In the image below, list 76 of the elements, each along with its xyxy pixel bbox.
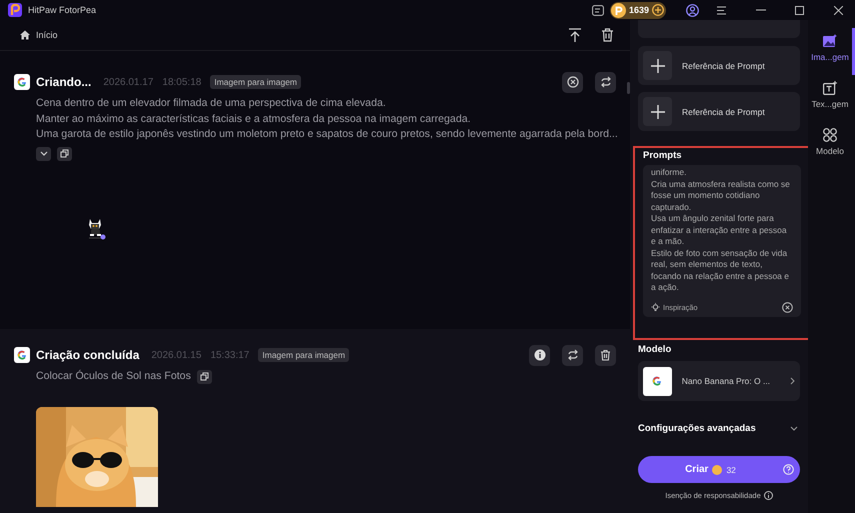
window-title: HitPaw FotorPea [28,5,96,15]
prompt-paragraph: Cria uma atmosfera realista como se fosse um momento cotidiano capturado. [651,178,791,213]
task-status: Criação concluída [36,348,140,362]
plus-icon [650,58,664,72]
chevron-down-icon[interactable] [790,426,798,431]
refresh-icon [566,349,578,361]
credits-count: 1639 [628,5,649,15]
task-time: 18:05:18 [162,76,202,88]
rail-tab[interactable]: Tex...gem [808,75,855,122]
maximize-icon[interactable] [795,6,804,14]
upload-icon[interactable] [569,28,581,42]
section-title: Modelo [638,344,672,355]
cancel-button[interactable] [562,72,583,92]
google-logo-icon [14,74,30,90]
info-icon [534,349,546,361]
coin-icon [610,2,626,18]
image-sparkle-icon [823,34,837,48]
copy-icon [60,149,69,158]
refresh-icon [600,76,612,88]
user-icon[interactable] [686,4,699,16]
copy-icon [200,372,209,382]
prompt-field[interactable] [643,165,801,317]
info-icon[interactable] [764,491,773,500]
trash-icon[interactable] [601,28,614,42]
prompt-reference-slot[interactable]: Referência de Prompt [638,46,800,85]
slot-label: Referência de Prompt [682,106,765,116]
coin-icon [712,464,722,474]
text-box-icon [823,81,837,95]
cancel-icon [566,76,578,88]
regenerate-button[interactable] [562,344,583,366]
google-logo-icon [14,347,30,363]
chevron-down-icon [40,150,48,156]
chevron-right-icon [790,377,795,385]
copy-button[interactable] [57,146,72,160]
lightbulb-icon [651,302,660,312]
model-selector[interactable]: Nano Banana Pro: O ... [638,361,800,401]
section-title[interactable]: Configurações avançadas [638,423,756,434]
expand-button[interactable] [36,146,51,160]
prompt-text: Manter ao máximo as características faciais e a atmosfera da pessoa na imagem carregada. [36,112,471,126]
app-logo-icon [8,3,22,17]
prompt-reference-slot[interactable]: Referência de Prompt [638,92,800,131]
rail-tab[interactable]: Modelo [808,122,855,169]
rail-tab[interactable]: Ima...gem [808,28,855,75]
menu-icon[interactable] [716,6,726,14]
grid-circles-icon [823,128,837,142]
close-icon[interactable] [834,6,843,14]
slot-label: Referência de Prompt [682,60,765,70]
help-icon [783,464,794,475]
mode-tag: Imagem para imagem [210,75,302,89]
notes-icon[interactable] [592,4,604,16]
task-date: 2026.01.17 [103,76,154,88]
clear-icon[interactable] [782,302,793,313]
trash-icon [600,349,611,361]
prompt-text: Cena dentro de um elevador filmada de uma perspectiva de cima elevada. [36,96,386,111]
task-status: Criando... [36,75,92,89]
task-time: 15:33:17 [210,350,250,360]
breadcrumb-link[interactable]: Início [36,30,58,40]
section-title: Prompts [643,150,683,161]
regenerate-button[interactable] [595,72,616,92]
plus-circle-icon [652,4,664,16]
model-name: Nano Banana Pro: O ... [682,376,770,386]
task-date: 2026.01.15 [151,350,202,360]
plus-icon [650,104,664,118]
home-icon[interactable] [20,30,30,40]
prompt-paragraph: uniforme. [651,167,688,178]
prompt-paragraph: Estilo de foto com sensação de vida real, sem elementos de texto, focando na relação entre a pessoa e a ação. [651,248,790,294]
create-button[interactable]: Criar 32 [638,456,800,483]
prompt-text: Colocar Óculos de Sol nas Fotos [36,369,191,384]
prompt-paragraph: Usa um ângulo zenital forte para enfatizar a interação entre a pessoa e a mão. [651,213,788,248]
mode-tag: Imagem para imagem [258,348,350,362]
minimize-icon[interactable] [756,9,766,11]
prompt-text: Uma garota de estilo japonês vestindo um moletom preto e sapatos de couro pretos, sendo levemente agarrada pela bord... [36,127,618,142]
credits-badge[interactable]: 1639 [610,2,666,18]
info-button[interactable] [529,344,550,366]
copy-button[interactable] [196,370,212,384]
delete-button[interactable] [595,344,616,366]
